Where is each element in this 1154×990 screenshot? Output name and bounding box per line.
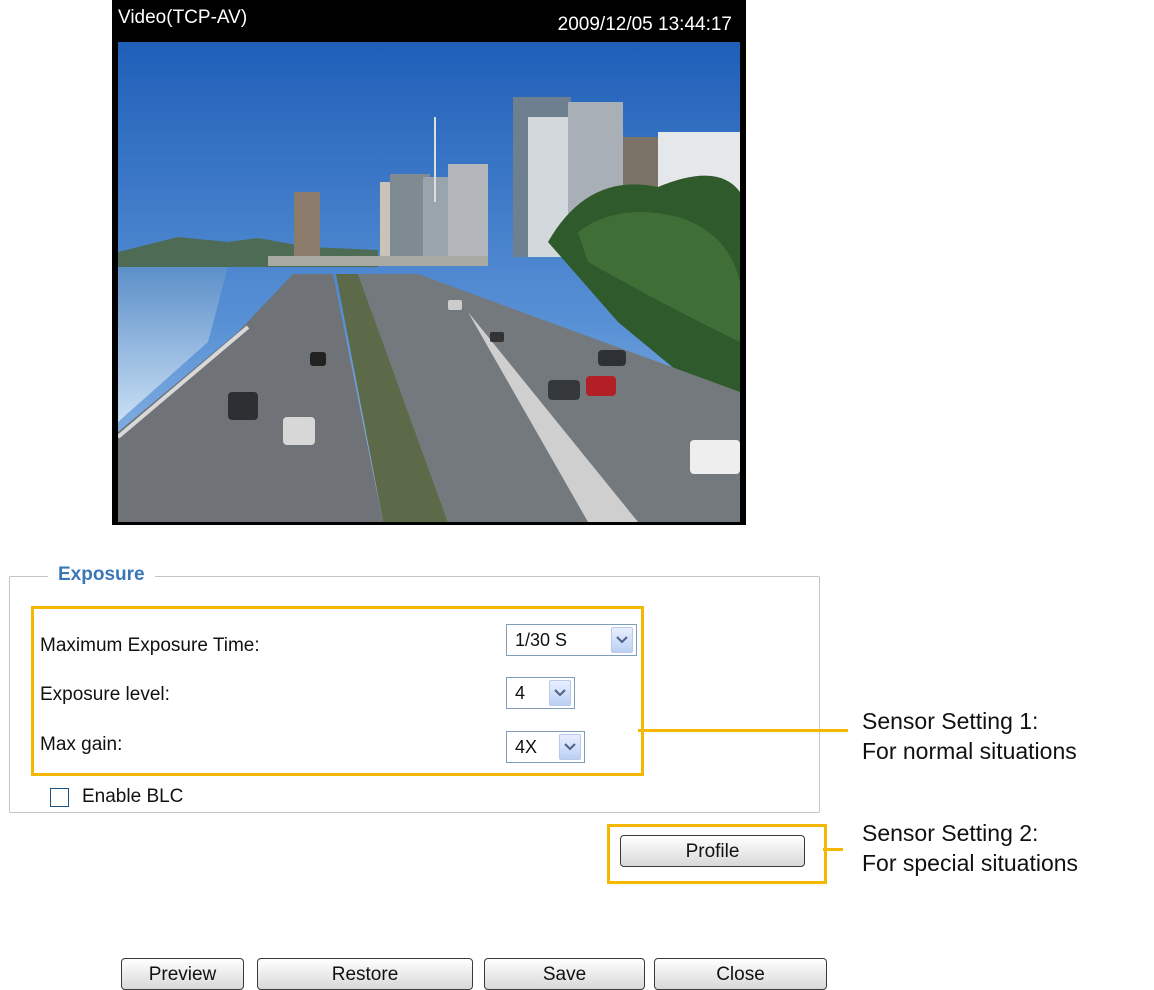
chevron-down-icon[interactable] bbox=[611, 627, 633, 653]
sensor-setting-2-callout: Sensor Setting 2: For special situations bbox=[862, 818, 1078, 878]
video-title: Video(TCP-AV) bbox=[118, 7, 248, 28]
exposure-level-label: Exposure level: bbox=[40, 684, 170, 705]
close-button[interactable]: Close bbox=[654, 958, 827, 990]
camera-video-image[interactable] bbox=[118, 42, 740, 522]
sensor-setting-1-callout: Sensor Setting 1: For normal situations bbox=[862, 706, 1077, 766]
enable-blc-label: Enable BLC bbox=[82, 786, 184, 807]
callout-2-desc: For special situations bbox=[862, 850, 1079, 876]
exposure-level-value: 4 bbox=[515, 682, 526, 703]
callout-1-title: Sensor Setting 1: bbox=[862, 708, 1039, 734]
max-gain-label: Max gain: bbox=[40, 734, 123, 755]
save-button[interactable]: Save bbox=[484, 958, 645, 990]
callout-line-2 bbox=[823, 848, 843, 851]
callout-1-desc: For normal situations bbox=[862, 738, 1077, 764]
restore-button[interactable]: Restore bbox=[257, 958, 473, 990]
max-gain-select[interactable]: 4X bbox=[506, 731, 585, 763]
max-gain-value: 4X bbox=[515, 736, 538, 757]
preview-button[interactable]: Preview bbox=[121, 958, 244, 990]
chevron-down-icon[interactable] bbox=[559, 734, 581, 760]
profile-button[interactable]: Profile bbox=[620, 835, 805, 867]
max-exposure-time-label: Maximum Exposure Time: bbox=[40, 635, 260, 656]
max-exposure-time-value: 1/30 S bbox=[515, 629, 568, 650]
callout-2-title: Sensor Setting 2: bbox=[862, 820, 1039, 846]
chevron-down-icon[interactable] bbox=[549, 680, 571, 706]
enable-blc-checkbox[interactable] bbox=[50, 788, 69, 807]
max-exposure-time-select[interactable]: 1/30 S bbox=[506, 624, 637, 656]
exposure-legend: Exposure bbox=[48, 563, 155, 587]
exposure-level-select[interactable]: 4 bbox=[506, 677, 575, 709]
video-timestamp: 2009/12/05 13:44:17 bbox=[557, 14, 732, 35]
callout-line-1 bbox=[638, 729, 848, 732]
